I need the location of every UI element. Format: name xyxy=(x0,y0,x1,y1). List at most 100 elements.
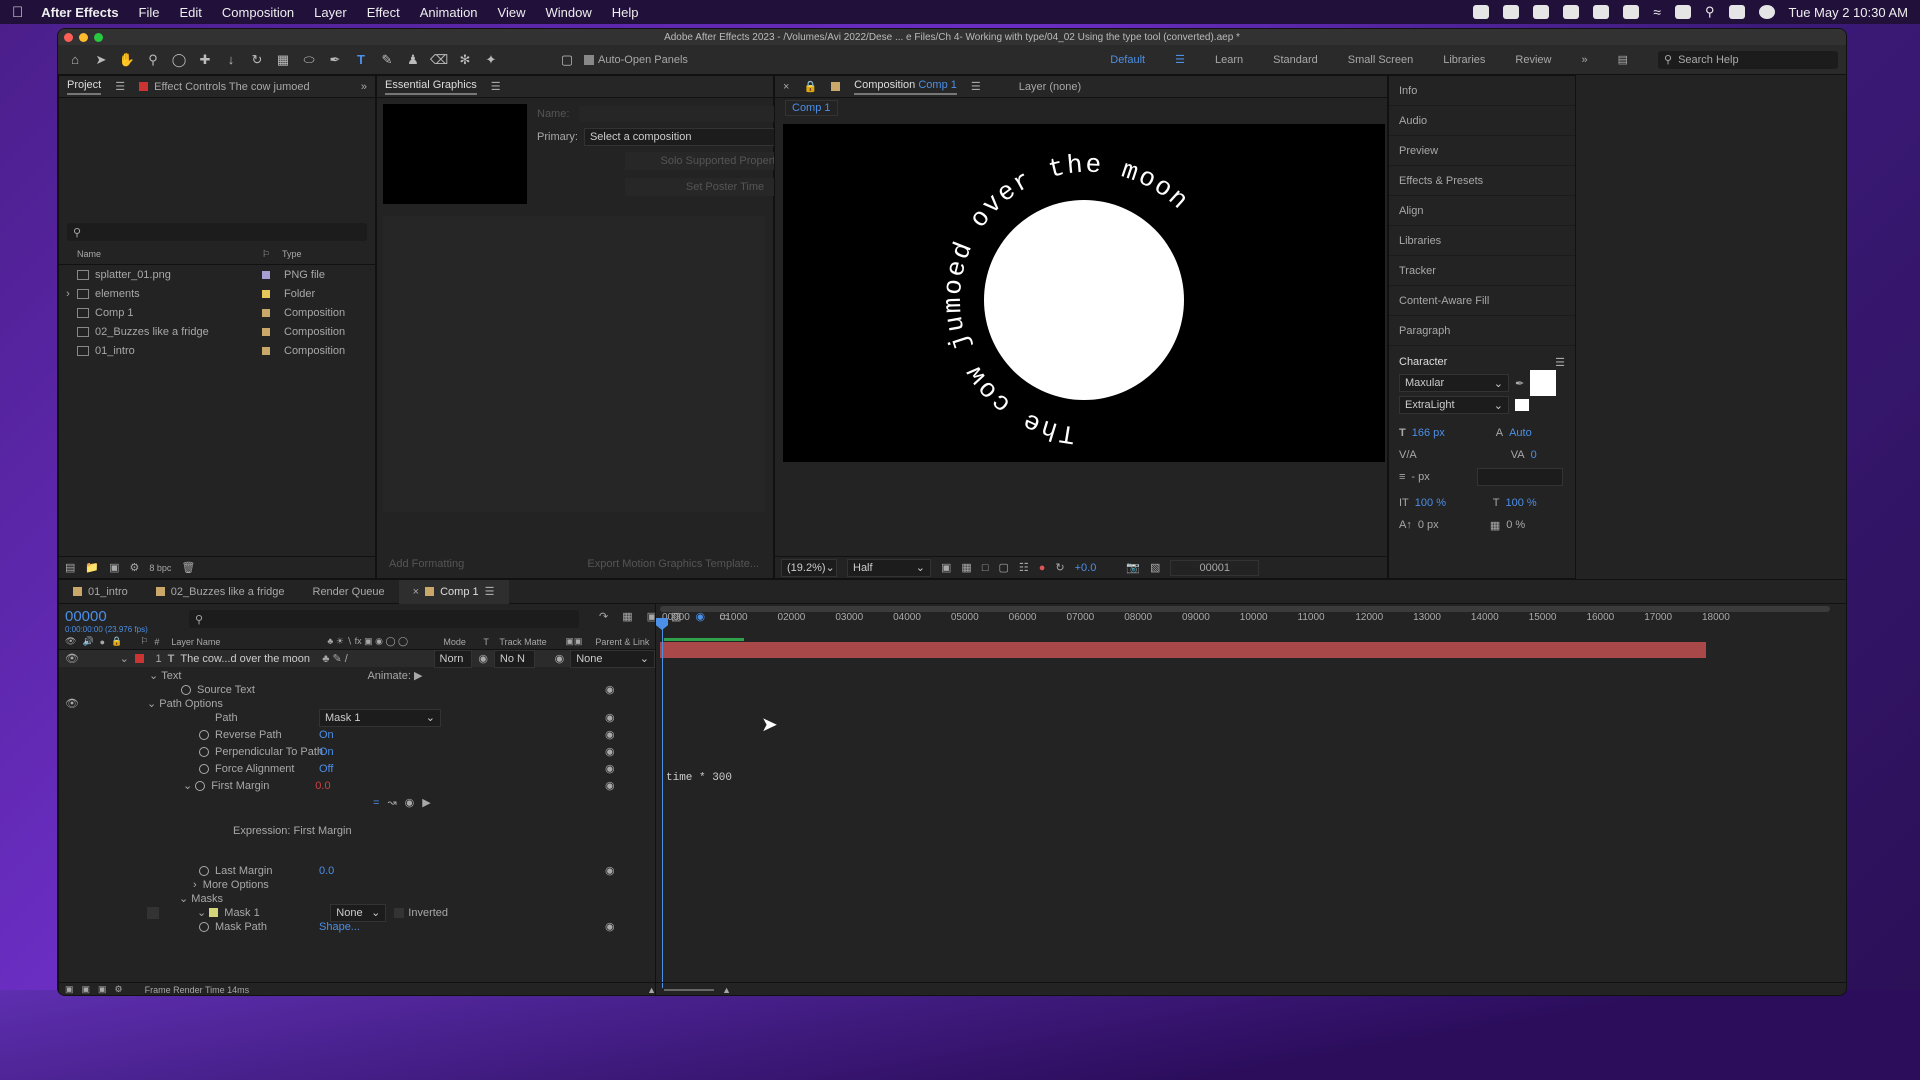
exposure-value[interactable]: +0.0 xyxy=(1075,562,1097,574)
auto-open-checkbox[interactable]: Auto-Open Panels xyxy=(584,54,688,66)
reverse-path-value[interactable]: On xyxy=(319,729,334,741)
user-icon[interactable] xyxy=(1674,5,1691,19)
col-type[interactable]: Type xyxy=(282,249,302,264)
comp-flowchart-icon[interactable]: ↷ xyxy=(599,610,608,623)
toggle-switches-icon[interactable]: ▣ xyxy=(65,984,74,995)
workspace-review[interactable]: Review xyxy=(1515,54,1551,66)
collapse-icon[interactable]: ⌄ xyxy=(183,779,195,792)
mode-header[interactable]: Mode xyxy=(443,637,477,647)
baseline-shift-value[interactable]: 0 px xyxy=(1418,519,1468,531)
hand-tool-icon[interactable]: ✋ xyxy=(118,51,136,69)
lock-icon[interactable]: 🔒 xyxy=(803,80,817,93)
collapse-icon[interactable]: ⌄ xyxy=(147,697,159,710)
project-item[interactable]: 01_intro Composition xyxy=(59,341,375,360)
channel-icon[interactable]: ● xyxy=(1039,562,1046,574)
font-size-value[interactable]: 166 px xyxy=(1412,427,1462,439)
add-formatting-button[interactable]: Add Formatting xyxy=(389,558,464,570)
snapshot-icon[interactable]: 📷 xyxy=(1126,561,1140,574)
zoom-out-icon[interactable]: ▲ xyxy=(647,985,656,995)
transparency-grid-icon[interactable]: ▦ xyxy=(961,561,971,574)
pick-whip-icon[interactable]: ◉ xyxy=(605,920,615,933)
project-search-input[interactable]: ⚲ xyxy=(67,223,367,241)
home-icon[interactable]: ⌂ xyxy=(66,51,84,69)
visibility-icon[interactable]: 👁 xyxy=(65,697,79,710)
path-select[interactable]: Mask 1 ⌄ xyxy=(319,708,441,727)
right-panel-align[interactable]: Align xyxy=(1389,196,1575,226)
selection-tool-icon[interactable]: ➤ xyxy=(92,51,110,69)
force-alignment-row[interactable]: Force Alignment Off ◉ xyxy=(199,760,615,777)
show-snapshot-icon[interactable]: ▧ xyxy=(1150,561,1160,574)
mask-path-value[interactable]: Shape... xyxy=(319,921,360,933)
label-swatch[interactable] xyxy=(262,270,270,279)
render-time-icon[interactable]: ⚙ xyxy=(115,984,123,995)
character-title[interactable]: Character xyxy=(1399,356,1447,368)
menu-effect[interactable]: Effect xyxy=(367,5,400,20)
clone-stamp-icon[interactable]: ♟ xyxy=(404,51,422,69)
path-row[interactable]: Path Mask 1 ⌄ ◉ xyxy=(199,708,615,727)
timeline-tab[interactable]: Render Queue xyxy=(299,580,399,604)
menu-animation[interactable]: Animation xyxy=(420,5,478,20)
expression-enable-icon[interactable]: = xyxy=(373,797,379,809)
project-item[interactable]: 02_Buzzes like a fridge Composition xyxy=(59,322,375,341)
overflow-icon[interactable]: » xyxy=(361,81,367,93)
toggle-in-out-icon[interactable]: ▣ xyxy=(98,984,107,995)
first-margin-row[interactable]: ⌄ First Margin 0.0 ◉ xyxy=(183,777,615,794)
reverse-path-row[interactable]: Reverse Path On ◉ xyxy=(199,726,615,743)
right-panel-content-aware-fill[interactable]: Content-Aware Fill xyxy=(1389,286,1575,316)
stroke-color-swatch[interactable] xyxy=(1515,399,1529,411)
stopwatch-icon[interactable] xyxy=(199,729,209,740)
font-family-select[interactable]: Maxular ⌄ xyxy=(1399,374,1509,392)
tsume-value[interactable]: 0 % xyxy=(1506,519,1525,531)
animate-play-icon[interactable]: ▶ xyxy=(411,669,422,682)
battery-icon[interactable] xyxy=(1623,5,1640,19)
stopwatch-icon[interactable] xyxy=(199,763,209,774)
right-panel-audio[interactable]: Audio xyxy=(1389,106,1575,136)
expression-field[interactable]: time * 300 xyxy=(666,772,732,784)
mask-color[interactable] xyxy=(209,908,219,917)
zoom-select[interactable]: (19.2%) ⌄ xyxy=(781,558,837,577)
zoom-in-icon[interactable]: ▲ xyxy=(722,985,731,995)
menu-view[interactable]: View xyxy=(498,5,526,20)
expand-icon[interactable]: ⌄ xyxy=(120,652,129,665)
fill-color-swatch[interactable] xyxy=(1530,370,1557,396)
layer-row[interactable]: 👁 ⌄ 1 T The cow...d over the moon ♣ ✎ / … xyxy=(59,649,655,668)
pick-whip-icon[interactable]: ◉ xyxy=(605,711,615,724)
workspace-menu-icon[interactable]: ☰ xyxy=(1175,53,1185,66)
settings-icon[interactable]: ⚙ xyxy=(130,561,140,574)
right-panel-tracker[interactable]: Tracker xyxy=(1389,256,1575,286)
label-swatch[interactable] xyxy=(262,289,270,298)
frame-field[interactable]: 00001 xyxy=(1170,559,1260,576)
label-swatch[interactable] xyxy=(262,327,270,336)
tab-composition[interactable]: Composition Comp 1 xyxy=(854,79,957,95)
rotation-tool-icon[interactable]: ↻ xyxy=(248,51,266,69)
mask-visibility-icon[interactable]: □ xyxy=(982,562,989,574)
project-item[interactable]: Comp 1 Composition xyxy=(59,303,375,322)
roto-brush-icon[interactable]: ✻ xyxy=(456,51,474,69)
menu-composition[interactable]: Composition xyxy=(222,5,294,20)
close-tab-icon[interactable]: × xyxy=(413,586,419,598)
pick-whip-icon[interactable]: ◉ xyxy=(605,745,615,758)
visibility-icon[interactable]: 👁 xyxy=(65,652,79,665)
grid-icon[interactable]: ☷ xyxy=(1019,561,1029,574)
new-folder-icon[interactable]: 📁 xyxy=(85,561,99,574)
stopwatch-icon[interactable] xyxy=(195,780,206,791)
right-panel-effects-presets[interactable]: Effects & Presets xyxy=(1389,166,1575,196)
playhead[interactable] xyxy=(662,618,663,988)
dolly-tool-icon[interactable]: ↓ xyxy=(222,51,240,69)
first-margin-value[interactable]: 0.0 xyxy=(315,780,330,792)
type-tool-icon[interactable]: T xyxy=(352,51,370,69)
pan-tool-icon[interactable]: ✚ xyxy=(196,51,214,69)
creative-cloud-icon[interactable] xyxy=(1503,5,1520,19)
ellipse-tool-icon[interactable]: ⬭ xyxy=(300,51,318,69)
panel-menu-icon[interactable]: ☰ xyxy=(491,80,501,93)
perpendicular-row[interactable]: Perpendicular To Path On ◉ xyxy=(199,743,615,760)
expression-menu-icon[interactable]: ▶ xyxy=(422,796,430,809)
control-center-icon[interactable] xyxy=(1728,5,1745,19)
apple-icon[interactable]:  xyxy=(12,4,23,21)
force-alignment-value[interactable]: Off xyxy=(319,763,333,775)
mask-visibility-box[interactable] xyxy=(147,906,159,919)
comp-viewer[interactable]: The cow jumoed over the moon xyxy=(783,124,1385,462)
stopwatch-icon[interactable] xyxy=(199,921,209,932)
pick-whip-icon[interactable]: ◉ xyxy=(605,779,615,792)
stroke-width-value[interactable]: - px xyxy=(1411,471,1461,483)
